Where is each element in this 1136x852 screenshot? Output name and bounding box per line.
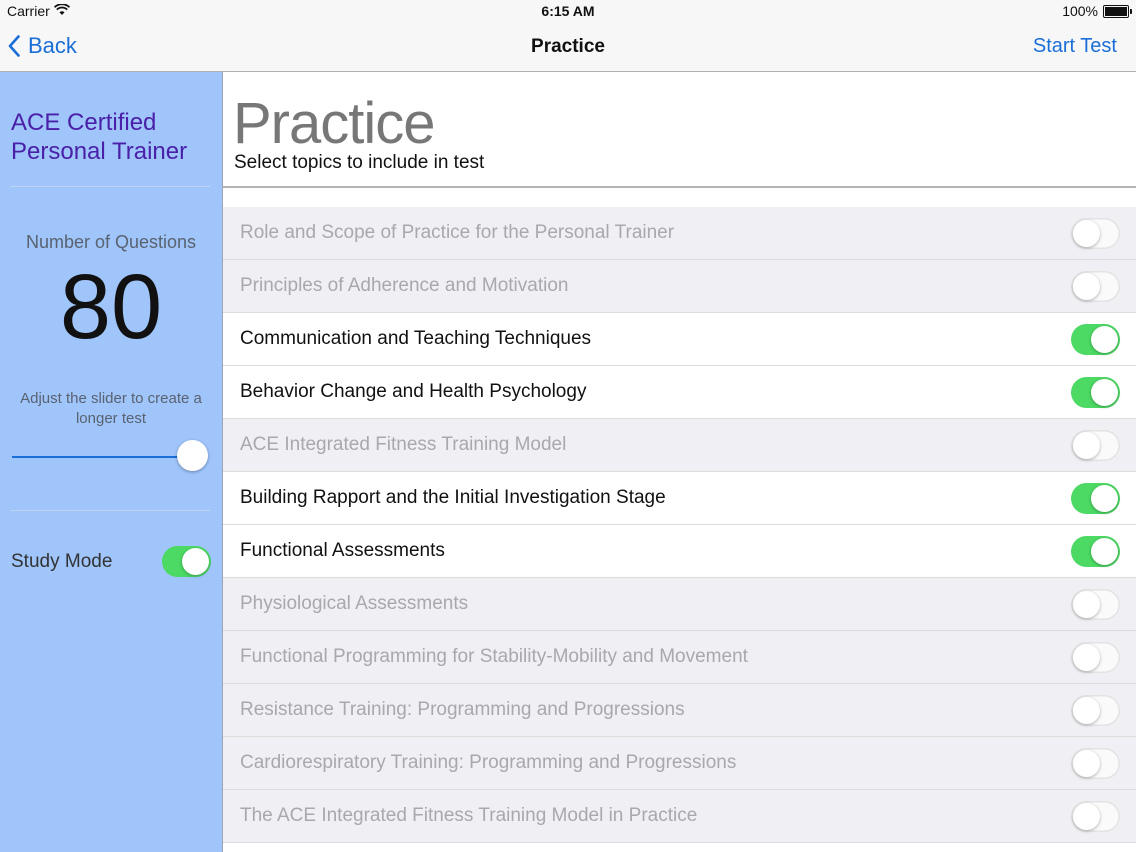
topic-label: Cardiorespiratory Training: Programming … bbox=[240, 752, 737, 773]
toggle-knob bbox=[182, 548, 209, 575]
topic-row[interactable]: Role and Scope of Practice for the Perso… bbox=[223, 207, 1136, 260]
topic-row[interactable]: Functional Programming for Stability-Mob… bbox=[223, 631, 1136, 684]
questions-label: Number of Questions bbox=[25, 232, 197, 252]
sidebar: ACE Certified Personal Trainer Number of… bbox=[0, 72, 223, 852]
topic-toggle[interactable] bbox=[1071, 589, 1120, 620]
topic-toggle[interactable] bbox=[1071, 271, 1120, 302]
toggle-knob bbox=[1091, 485, 1118, 512]
page-subtitle: Select topics to include in test bbox=[234, 152, 485, 173]
topic-row[interactable]: Principles of Adherence and Motivation bbox=[223, 260, 1136, 313]
topic-label: Building Rapport and the Initial Investi… bbox=[240, 487, 666, 508]
topic-label: Behavior Change and Health Psychology bbox=[240, 381, 587, 402]
topic-toggle[interactable] bbox=[1071, 695, 1120, 726]
topic-label: Physiological Assessments bbox=[240, 593, 469, 614]
chevron-left-icon bbox=[8, 35, 20, 57]
toggle-knob bbox=[1091, 379, 1118, 406]
topic-toggle[interactable] bbox=[1071, 430, 1120, 461]
battery-percent: 100% bbox=[1062, 3, 1098, 19]
toggle-knob bbox=[1073, 432, 1100, 459]
toggle-knob bbox=[1073, 591, 1100, 618]
toggle-knob bbox=[1073, 273, 1100, 300]
navigation-bar: Back Practice Start Test bbox=[0, 22, 1136, 72]
questions-slider-track[interactable] bbox=[12, 456, 192, 458]
topic-label: Resistance Training: Programming and Pro… bbox=[240, 699, 685, 720]
topic-toggle[interactable] bbox=[1071, 748, 1120, 779]
topic-row[interactable]: ACE Integrated Fitness Training Model bbox=[223, 419, 1136, 472]
topic-label: Functional Programming for Stability-Mob… bbox=[240, 646, 748, 667]
topic-label: Role and Scope of Practice for the Perso… bbox=[240, 222, 675, 243]
status-bar: Carrier 6:15 AM 100% bbox=[0, 0, 1136, 22]
main-panel: Practice Select topics to include in tes… bbox=[223, 72, 1136, 852]
toggle-knob bbox=[1091, 326, 1118, 353]
topic-list: Role and Scope of Practice for the Perso… bbox=[223, 207, 1136, 843]
topic-row[interactable]: The ACE Integrated Fitness Training Mode… bbox=[223, 790, 1136, 843]
toggle-knob bbox=[1073, 750, 1100, 777]
back-button[interactable]: Back bbox=[8, 32, 77, 60]
topic-label: The ACE Integrated Fitness Training Mode… bbox=[240, 805, 698, 826]
study-mode-toggle[interactable] bbox=[162, 546, 211, 577]
topic-row[interactable]: Resistance Training: Programming and Pro… bbox=[223, 684, 1136, 737]
page-title: Practice bbox=[233, 91, 436, 156]
topic-toggle[interactable] bbox=[1071, 218, 1120, 249]
slider-hint: Adjust the slider to create a longer tes… bbox=[20, 390, 202, 427]
topic-row[interactable]: Communication and Teaching Techniques bbox=[223, 313, 1136, 366]
study-mode-label: Study Mode bbox=[11, 551, 113, 572]
toggle-knob bbox=[1073, 644, 1100, 671]
topic-toggle[interactable] bbox=[1071, 483, 1120, 514]
topic-label: Principles of Adherence and Motivation bbox=[240, 275, 569, 296]
toggle-knob bbox=[1073, 803, 1100, 830]
nav-title: Practice bbox=[531, 36, 605, 57]
toggle-knob bbox=[1073, 220, 1100, 247]
topic-toggle[interactable] bbox=[1071, 801, 1120, 832]
topic-toggle[interactable] bbox=[1071, 324, 1120, 355]
topic-row[interactable]: Building Rapport and the Initial Investi… bbox=[223, 472, 1136, 525]
back-label: Back bbox=[28, 33, 77, 58]
topic-label: Communication and Teaching Techniques bbox=[240, 328, 592, 349]
topic-row[interactable]: Cardiorespiratory Training: Programming … bbox=[223, 737, 1136, 790]
header-divider bbox=[223, 186, 1136, 188]
clock: 6:15 AM bbox=[541, 3, 595, 19]
divider bbox=[10, 510, 210, 511]
battery-icon bbox=[1103, 5, 1132, 18]
topic-toggle[interactable] bbox=[1071, 536, 1120, 567]
app-title: ACE Certified Personal Trainer bbox=[11, 109, 188, 165]
questions-slider-thumb[interactable] bbox=[177, 440, 208, 471]
topic-row[interactable]: Behavior Change and Health Psychology bbox=[223, 366, 1136, 419]
questions-count: 80 bbox=[59, 256, 163, 358]
toggle-knob bbox=[1091, 538, 1118, 565]
topic-row[interactable]: Functional Assessments bbox=[223, 525, 1136, 578]
topic-row[interactable]: Physiological Assessments bbox=[223, 578, 1136, 631]
toggle-knob bbox=[1073, 697, 1100, 724]
topic-toggle[interactable] bbox=[1071, 377, 1120, 408]
start-test-button[interactable]: Start Test bbox=[1033, 35, 1117, 58]
topic-label: Functional Assessments bbox=[240, 540, 445, 561]
topic-label: ACE Integrated Fitness Training Model bbox=[240, 434, 567, 455]
topic-toggle[interactable] bbox=[1071, 642, 1120, 673]
divider bbox=[10, 186, 210, 187]
